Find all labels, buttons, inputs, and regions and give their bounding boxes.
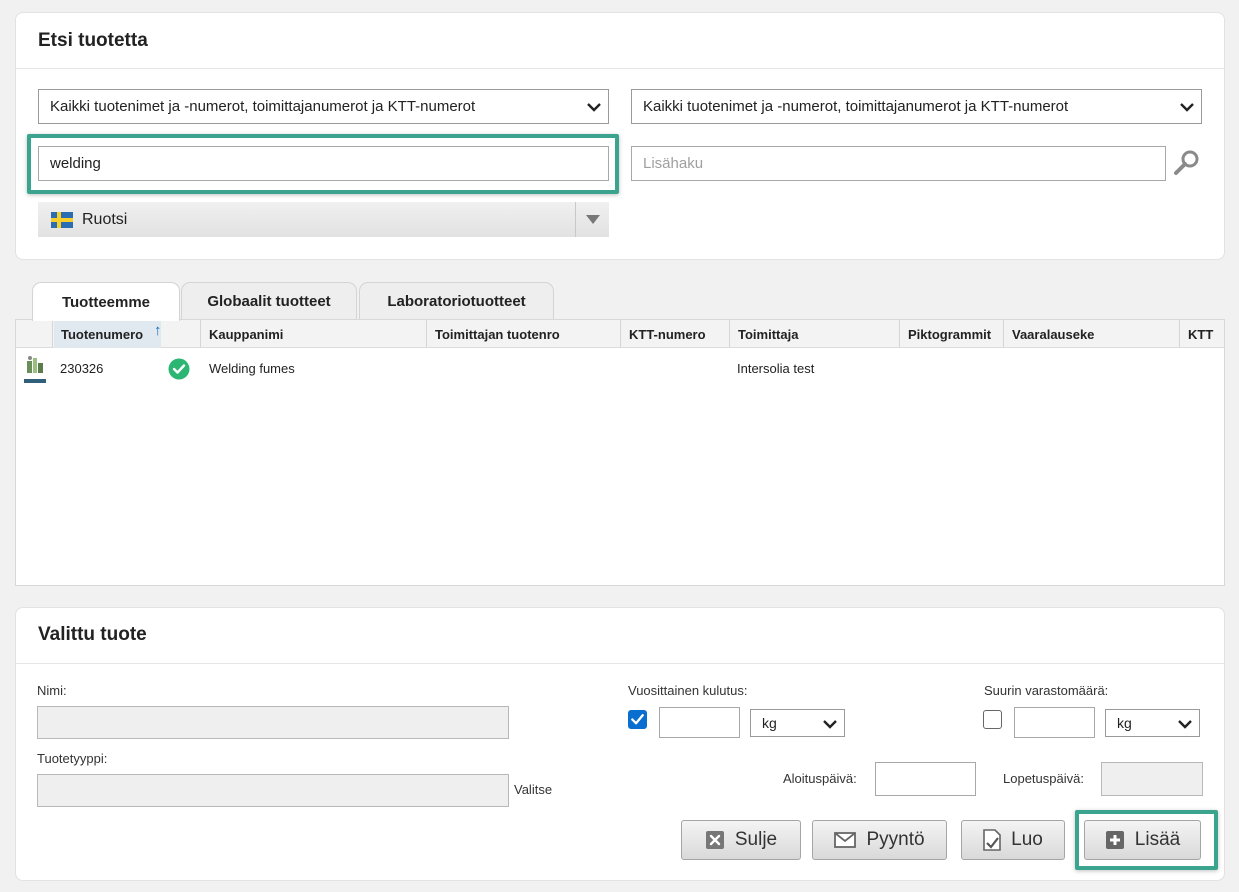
- choose-link[interactable]: Valitse: [514, 782, 552, 797]
- divider: [1003, 320, 1004, 347]
- divider: [16, 663, 1224, 664]
- tab-our-products[interactable]: Tuotteemme: [32, 282, 180, 321]
- col-pictograms[interactable]: Piktogrammit: [908, 320, 991, 348]
- divider: [200, 320, 201, 347]
- sort-ascending-icon: ↑: [154, 322, 162, 339]
- max-storage-input[interactable]: [1014, 707, 1095, 738]
- tab-global-products[interactable]: Globaalit tuotteet: [181, 282, 357, 320]
- end-date-input: [1101, 762, 1203, 796]
- product-type-icon: [24, 356, 46, 383]
- tab-laboratory-products[interactable]: Laboratoriotuotteet: [359, 282, 554, 320]
- envelope-icon: [834, 832, 857, 848]
- product-type-field: [37, 774, 509, 807]
- divider: [16, 68, 1224, 69]
- country-value: Ruotsi: [82, 210, 128, 228]
- add-button[interactable]: Lisää: [1084, 820, 1201, 860]
- col-supplier-product-no[interactable]: Toimittajan tuotenro: [435, 320, 560, 348]
- create-button-label: Luo: [1011, 829, 1043, 850]
- supplier-cell: Intersolia test: [737, 361, 815, 376]
- divider: [620, 320, 621, 347]
- product-number-cell: 230326: [60, 361, 104, 376]
- max-storage-unit-select[interactable]: kg: [1105, 709, 1200, 737]
- close-icon: [705, 831, 724, 849]
- start-date-label: Aloituspäivä:: [783, 771, 857, 786]
- selected-panel-title: Valittu tuote: [38, 624, 147, 645]
- col-ktt[interactable]: KTT: [1188, 320, 1213, 348]
- annual-unit-select[interactable]: kg: [750, 709, 845, 737]
- sweden-flag-icon: [51, 211, 73, 228]
- plus-icon: [1105, 831, 1124, 849]
- add-button-label: Lisää: [1134, 829, 1181, 850]
- trade-name-cell: Welding fumes: [209, 361, 295, 376]
- request-button[interactable]: Pyyntö: [812, 820, 947, 860]
- annual-consumption-checkbox[interactable]: [628, 710, 647, 729]
- name-label: Nimi:: [37, 683, 67, 698]
- search-panel-title: Etsi tuotetta: [38, 30, 148, 51]
- search-scope-select-right[interactable]: Kaikki tuotenimet ja -numerot, toimittaj…: [631, 89, 1202, 124]
- search-icon[interactable]: [1172, 148, 1202, 178]
- search-scope-select-left[interactable]: Kaikki tuotenimet ja -numerot, toimittaj…: [38, 89, 609, 124]
- divider: [899, 320, 900, 347]
- chevron-down-icon: [823, 720, 837, 729]
- divider: [575, 202, 576, 237]
- max-storage-checkbox[interactable]: [983, 710, 1002, 729]
- start-date-input[interactable]: [875, 762, 976, 796]
- chevron-down-icon: [1180, 103, 1194, 112]
- col-ktt-number[interactable]: KTT-numero: [629, 320, 706, 348]
- max-storage-label: Suurin varastomäärä:: [984, 683, 1109, 698]
- table-row[interactable]: [16, 350, 1224, 386]
- triangle-down-icon: [586, 215, 600, 224]
- col-supplier[interactable]: Toimittaja: [738, 320, 798, 348]
- annual-consumption-input[interactable]: [659, 707, 740, 738]
- document-edit-icon: [983, 829, 1001, 851]
- search-scope-right-value: Kaikki tuotenimet ja -numerot, toimittaj…: [643, 98, 1069, 115]
- search-input[interactable]: welding: [38, 146, 609, 181]
- chevron-down-icon: [587, 103, 601, 112]
- end-date-label: Lopetuspäivä:: [1003, 771, 1084, 786]
- search-scope-left-value: Kaikki tuotenimet ja -numerot, toimittaj…: [50, 98, 476, 115]
- name-field: [37, 706, 509, 739]
- request-button-label: Pyyntö: [866, 829, 925, 850]
- extra-search-input[interactable]: Lisähaku: [631, 146, 1166, 181]
- checkmark-icon: [631, 714, 644, 725]
- country-select[interactable]: Ruotsi: [38, 202, 609, 237]
- annual-consumption-label: Vuosittainen kulutus:: [628, 683, 748, 698]
- divider: [1179, 320, 1180, 347]
- product-type-label: Tuotetyyppi:: [37, 751, 108, 766]
- col-product-number[interactable]: Tuotenumero: [61, 320, 143, 348]
- close-button[interactable]: Sulje: [681, 820, 801, 860]
- close-button-label: Sulje: [734, 829, 778, 850]
- create-button[interactable]: Luo: [961, 820, 1065, 860]
- approved-check-icon: [168, 358, 190, 380]
- annual-unit-value: kg: [762, 715, 777, 731]
- col-hazard-statement[interactable]: Vaaralauseke: [1012, 320, 1094, 348]
- chevron-down-icon: [1178, 720, 1192, 729]
- col-trade-name[interactable]: Kauppanimi: [209, 320, 283, 348]
- divider: [52, 320, 53, 347]
- divider: [426, 320, 427, 347]
- max-storage-unit-value: kg: [1117, 715, 1132, 731]
- divider: [729, 320, 730, 347]
